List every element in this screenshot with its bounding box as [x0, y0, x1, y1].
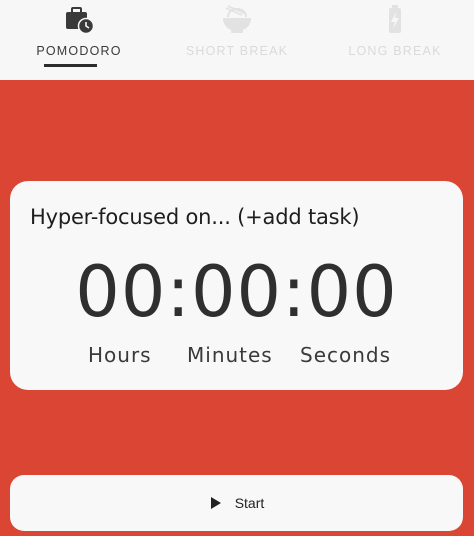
mode-tab-bar: POMODORO SHORT BREAK LONG BREAK — [0, 0, 474, 80]
timer-units: Hours Minutes Seconds — [10, 343, 463, 369]
briefcase-clock-icon — [62, 3, 96, 37]
seconds-label: Seconds — [300, 343, 392, 367]
task-field[interactable]: Hyper-focused on... (+add task) — [30, 205, 360, 229]
timer-card: Hyper-focused on... (+add task) 00:00:00… — [10, 181, 463, 390]
minutes-label: Minutes — [187, 343, 273, 367]
tab-label: SHORT BREAK — [185, 44, 289, 58]
tab-long-break[interactable]: LONG BREAK — [316, 0, 474, 80]
tab-label: LONG BREAK — [348, 44, 442, 58]
start-button[interactable]: Start — [10, 475, 463, 531]
battery-charging-icon — [378, 3, 412, 37]
hours-label: Hours — [88, 343, 152, 367]
noodle-bowl-icon — [220, 3, 254, 37]
tab-label: POMODORO — [36, 44, 122, 58]
tab-pomodoro[interactable]: POMODORO — [0, 0, 158, 80]
tab-short-break[interactable]: SHORT BREAK — [158, 0, 316, 80]
active-tab-indicator — [44, 64, 97, 67]
start-label: Start — [234, 495, 265, 511]
timer-display: 00:00:00 — [75, 251, 398, 333]
play-icon — [209, 496, 223, 510]
